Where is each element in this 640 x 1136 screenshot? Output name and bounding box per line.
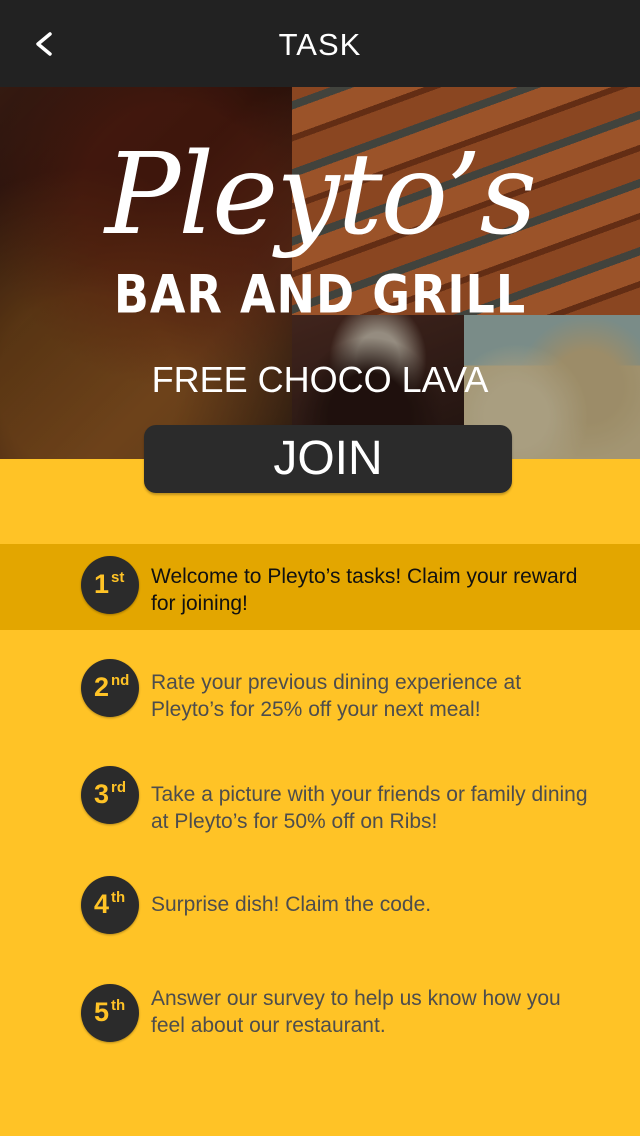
- task-number-suffix: th: [111, 889, 126, 906]
- task-number: 3: [94, 779, 110, 809]
- task-number-suffix: nd: [111, 672, 130, 689]
- task-number-suffix: rd: [111, 779, 126, 796]
- restaurant-logo-subtitle: BAR AND GRILL: [113, 262, 527, 326]
- page-title: TASK: [278, 27, 362, 62]
- app-header: TASK: [0, 0, 640, 87]
- task-number-badge: 2 nd: [81, 659, 139, 717]
- task-number: 2: [94, 672, 110, 702]
- task-number-badge: 5 th: [81, 984, 139, 1042]
- task-item-1[interactable]: 1 st Welcome to Pleyto’s tasks! Claim yo…: [0, 544, 640, 630]
- task-number: 1: [94, 569, 110, 599]
- task-item-5[interactable]: 5 th Answer our survey to help us know h…: [0, 970, 640, 1056]
- task-description: Rate your previous dining experience at …: [151, 671, 522, 721]
- task-item-4[interactable]: 4 th Surprise dish! Claim the code.: [0, 862, 640, 948]
- task-description: Surprise dish! Claim the code.: [151, 893, 432, 916]
- task-number-badge: 3 rd: [81, 766, 139, 824]
- task-item-3[interactable]: 3 rd Take a picture with your friends or…: [0, 752, 640, 838]
- task-number-suffix: st: [111, 569, 125, 586]
- task-number-suffix: th: [111, 997, 126, 1014]
- task-description: Welcome to Pleyto’s tasks! Claim your re…: [151, 565, 578, 615]
- task-description: Answer our survey to help us know how yo…: [151, 987, 561, 1037]
- task-description: Take a picture with your friends or fami…: [151, 783, 588, 833]
- restaurant-logo-script: Pleyto’s: [104, 130, 537, 260]
- hero-banner: Pleyto’s BAR AND GRILL FREE CHOCO LAVA: [0, 87, 640, 459]
- task-item-2[interactable]: 2 nd Rate your previous dining experienc…: [0, 645, 640, 731]
- task-number-badge: 1 st: [81, 556, 139, 614]
- join-button[interactable]: JOIN: [144, 425, 512, 493]
- promo-text: FREE CHOCO LAVA: [151, 359, 489, 400]
- task-number-badge: 4 th: [81, 876, 139, 934]
- task-number: 5: [94, 997, 110, 1027]
- task-number: 4: [94, 889, 110, 919]
